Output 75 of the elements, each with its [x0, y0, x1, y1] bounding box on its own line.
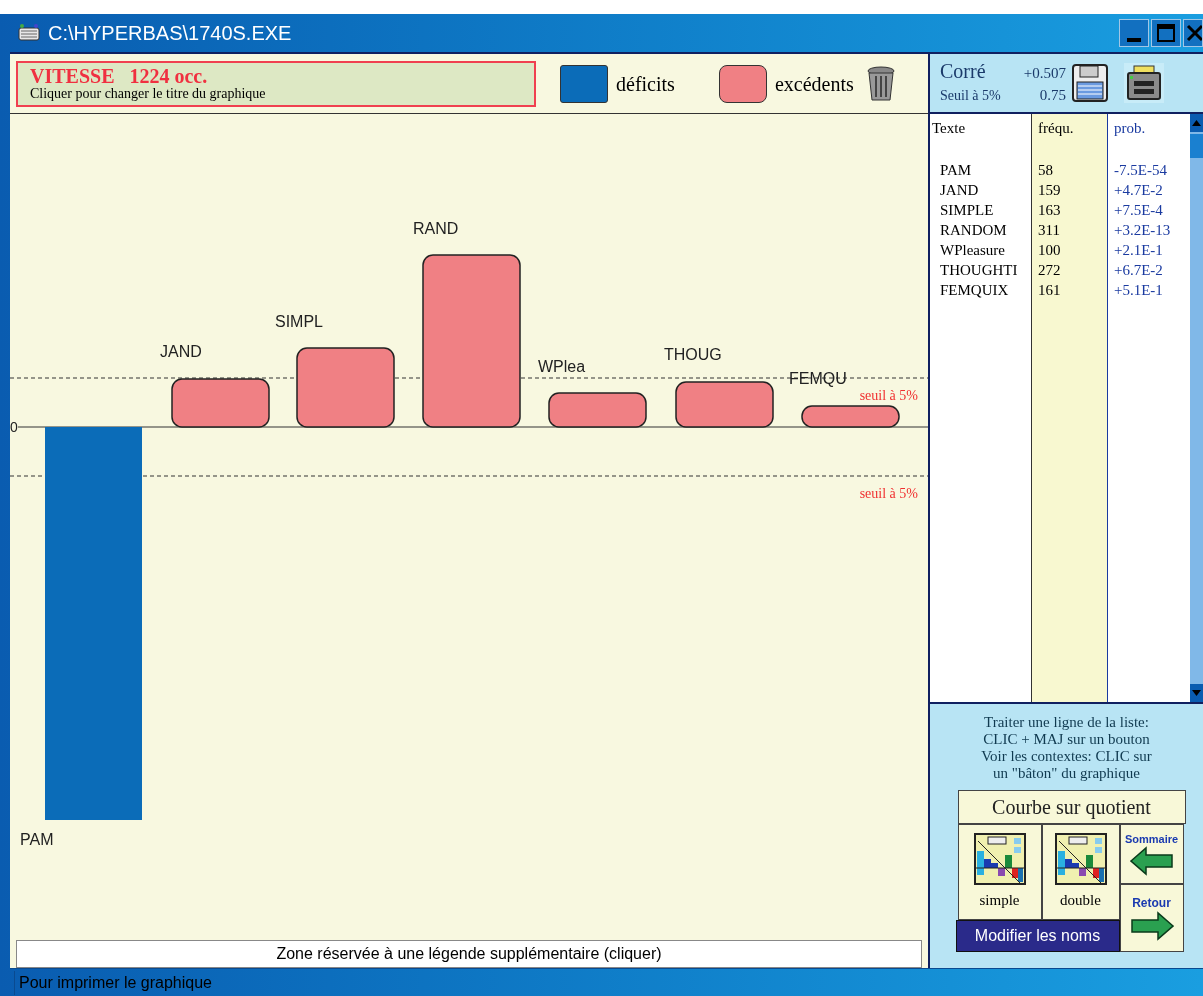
table-cell-text: +4.7E-2 — [1114, 181, 1164, 200]
curve-button[interactable]: Courbe sur quotient — [957, 790, 1186, 824]
scroll-thumb[interactable] — [1190, 134, 1203, 158]
simple-chart-button[interactable]: simple — [957, 824, 1042, 920]
minimize-button[interactable] — [1119, 19, 1149, 47]
table-cell-text: WPleasure — [939, 241, 1006, 260]
help-text: Voir les contextes: CLIC sur — [981, 748, 1152, 765]
table-cell-text: +7.5E-4 — [1114, 201, 1164, 220]
bar-label: SIMPL — [275, 313, 323, 330]
right-arrow-icon — [1129, 911, 1174, 941]
window-title: C:\HYPERBAS\1740S.EXE — [48, 21, 292, 46]
table-cell-text: +2.1E-1 — [1114, 241, 1164, 260]
printer-icon[interactable] — [1124, 63, 1164, 103]
table-cell-text: 161 — [1038, 281, 1062, 300]
summary-button[interactable]: Sommaire — [1119, 824, 1184, 884]
bar-label: FEMQU — [789, 370, 847, 387]
table-cell-text: RANDOM — [939, 221, 1008, 240]
double-chart-button[interactable]: double — [1041, 824, 1120, 920]
bar[interactable] — [801, 405, 900, 428]
table-cell-text: +5.1E-1 — [1114, 281, 1164, 300]
table-cell-text: SIMPLE — [939, 201, 995, 220]
zero-label: 0 — [10, 419, 18, 435]
rename-button[interactable]: Modifier les noms — [955, 920, 1120, 952]
threshold-line-label: seuil à 5% — [859, 388, 918, 403]
status-bar-text: Pour imprimer le graphique — [14, 970, 212, 995]
column-header: prob. — [1114, 119, 1147, 138]
table-cell-text: 311 — [1038, 221, 1061, 240]
table-cell-text: 58 — [1038, 161, 1054, 180]
table-cell-text: +3.2E-13 — [1114, 221, 1172, 240]
graph-title-box[interactable]: VITESSE 1224 occ. Cliquer pour changer le titre du graphique — [16, 60, 536, 107]
maximize-icon — [1157, 24, 1175, 42]
table-cell-text: 159 — [1038, 181, 1062, 200]
legend-zone[interactable]: Zone réservée à une légende supplémentaire (cliquer) — [16, 940, 922, 968]
help-text: CLIC + MAJ sur un bouton — [983, 731, 1150, 748]
bar-label: WPlea — [538, 358, 586, 375]
scroll-up-icon[interactable] — [1192, 120, 1201, 126]
bar-label: JAND — [160, 343, 202, 360]
help-text: Traiter une ligne de la liste: — [984, 714, 1149, 731]
threshold-value: 0.75 — [1039, 86, 1066, 105]
bar-label: THOUG — [664, 346, 722, 363]
bar-label: PAM — [20, 831, 54, 848]
table-cell-text: +6.7E-2 — [1114, 261, 1164, 280]
table-cell-text: 272 — [1038, 261, 1062, 280]
column-header: fréqu. — [1038, 119, 1075, 138]
minimize-icon — [1127, 38, 1141, 42]
graph-title: VITESSE 1224 occ. — [30, 65, 209, 86]
bar-chart-icon — [1054, 832, 1107, 885]
scrollbar[interactable] — [1190, 114, 1203, 702]
correlation-value: +0.507 — [1023, 63, 1066, 83]
table-cell-text: THOUGHTI — [939, 261, 1019, 280]
maximize-button[interactable] — [1151, 19, 1181, 47]
table-cell-text: -7.5E-54 — [1114, 161, 1168, 180]
help-text: un "bâton" du graphique — [993, 765, 1140, 782]
bar[interactable] — [548, 392, 647, 428]
scroll-down-icon[interactable] — [1192, 690, 1201, 696]
trash-icon[interactable] — [865, 65, 896, 102]
bar-label: RAND — [413, 220, 459, 237]
legend-label: excédents — [774, 71, 854, 97]
column-header: Texte — [932, 119, 967, 138]
table-cell-text: PAM — [939, 161, 973, 180]
table-cell-text: 100 — [1038, 241, 1062, 260]
table-cell-text: 163 — [1038, 201, 1062, 220]
graph-title-hint: Cliquer pour changer le titre du graphique — [30, 85, 267, 102]
bar-chart-icon — [973, 832, 1026, 885]
threshold-label: Seuil à 5% — [940, 87, 1001, 105]
threshold-line-label: seuil à 5% — [859, 486, 918, 501]
app-icon — [16, 22, 42, 44]
table-cell-text: FEMQUIX — [939, 281, 1010, 300]
close-button[interactable] — [1183, 19, 1203, 47]
table-cell-text: JAND — [939, 181, 980, 200]
left-arrow-icon — [1129, 846, 1174, 876]
legend-label: déficits — [616, 71, 675, 97]
correlation-label: Corré — [940, 59, 986, 82]
back-button[interactable]: Retour — [1119, 884, 1184, 952]
close-icon — [1186, 24, 1202, 42]
